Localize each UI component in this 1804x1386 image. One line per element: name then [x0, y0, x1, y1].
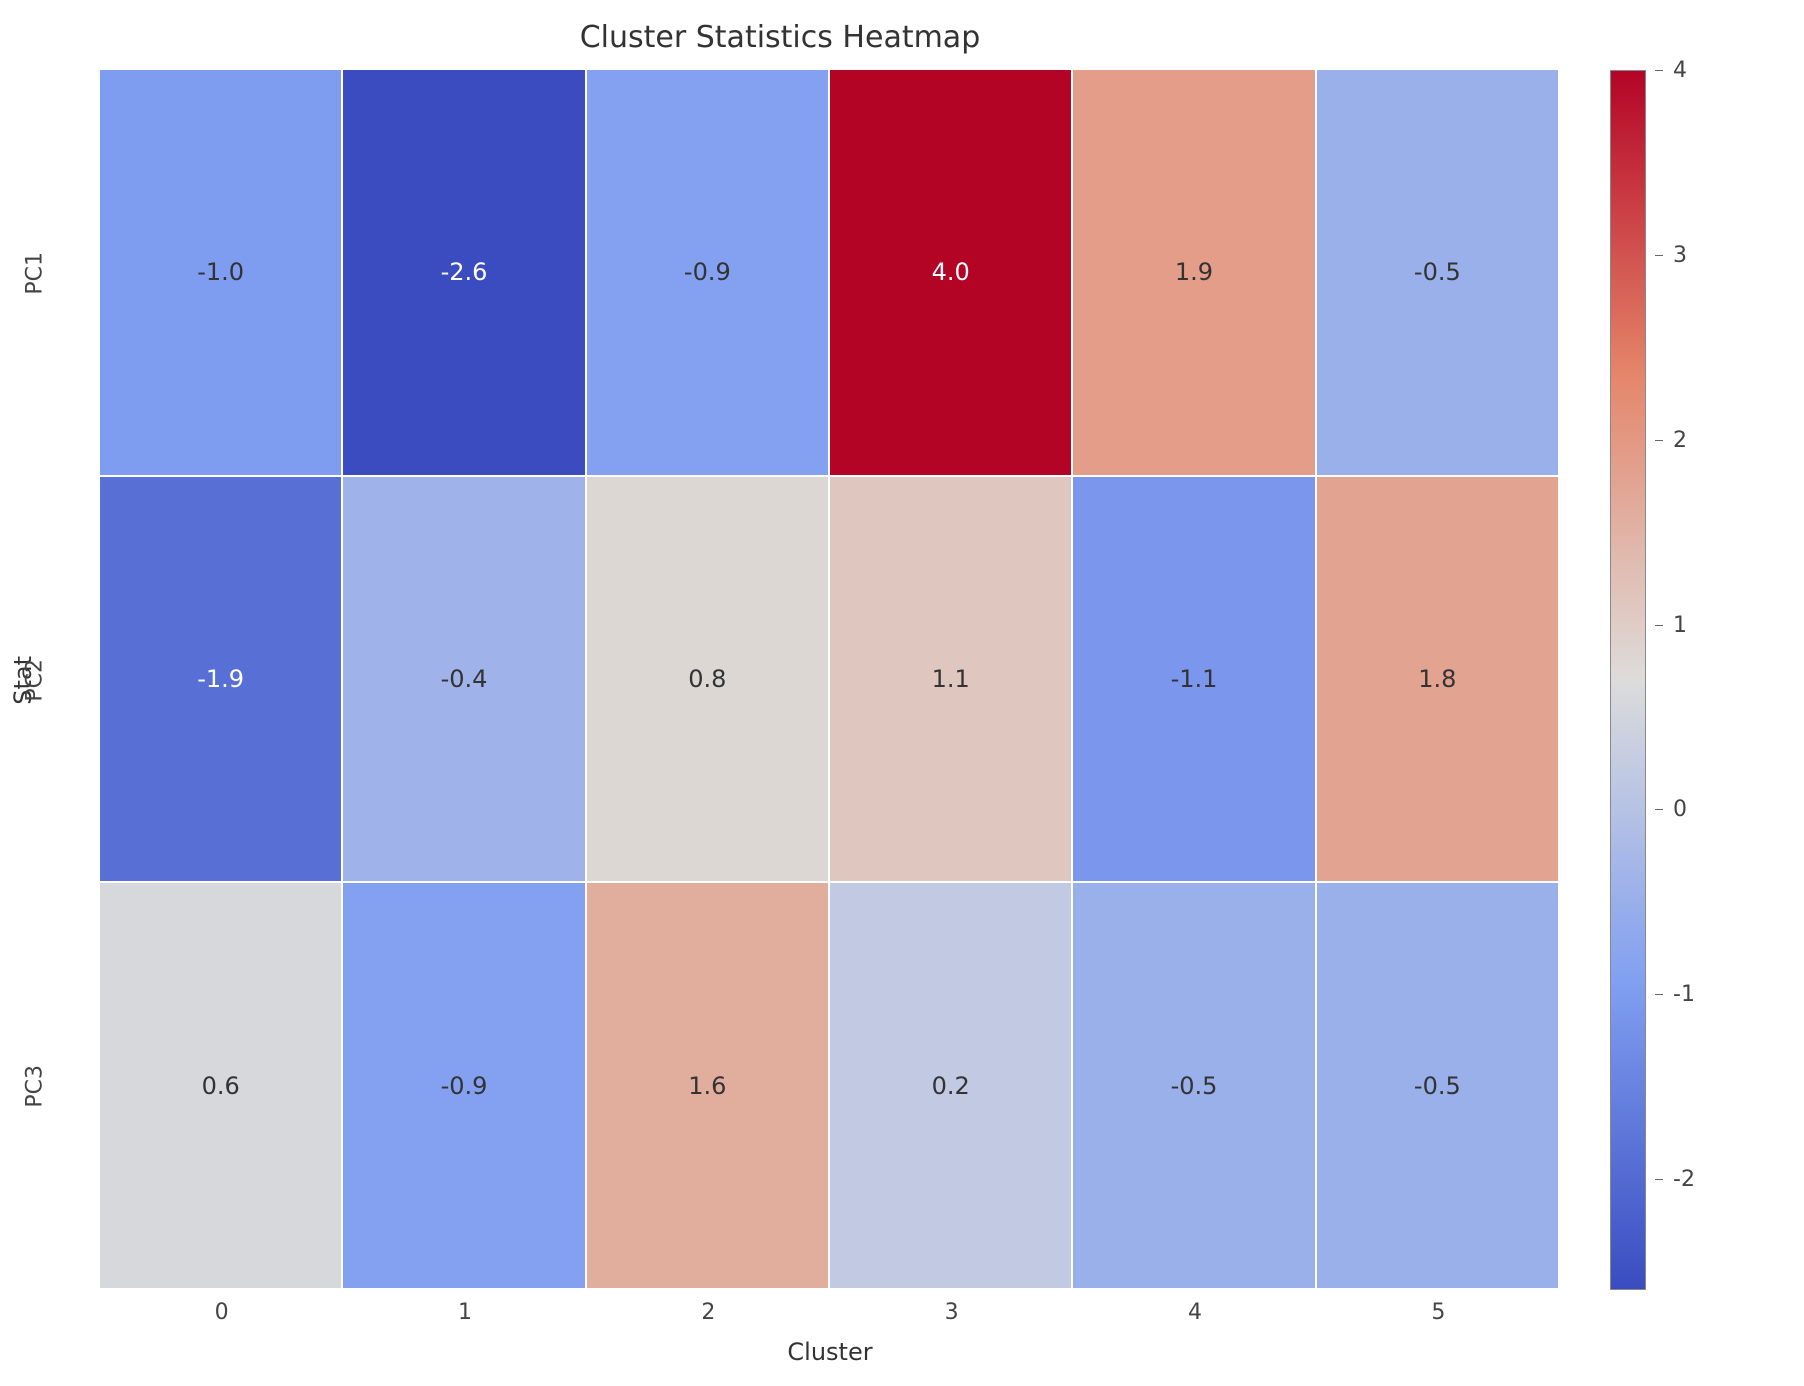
x-tick-label: 4 — [1073, 1300, 1316, 1330]
colorbar-tick: 2 — [1655, 428, 1687, 453]
y-tick-label: PC2 — [0, 477, 70, 884]
heatmap-cell: 0.6 — [100, 883, 343, 1290]
colorbar-tick: -2 — [1655, 1167, 1695, 1192]
colorbar — [1610, 70, 1646, 1290]
heatmap-cell: -1.0 — [100, 70, 343, 477]
heatmap-grid: -1.0-2.6-0.94.01.9-0.5-1.9-0.40.81.1-1.1… — [100, 70, 1560, 1290]
heatmap-cell: 1.1 — [830, 477, 1073, 884]
x-axis-title: Cluster — [100, 1338, 1560, 1366]
colorbar-tick-labels: -2-101234 — [1655, 70, 1775, 1290]
heatmap-cell: -0.4 — [343, 477, 586, 884]
chart-title: Cluster Statistics Heatmap — [0, 20, 1560, 55]
heatmap-cell: -1.1 — [1073, 477, 1316, 884]
x-tick-label: 3 — [830, 1300, 1073, 1330]
heatmap-cell: -0.9 — [587, 70, 830, 477]
heatmap-cell: -1.9 — [100, 477, 343, 884]
heatmap-cell: -0.5 — [1317, 70, 1560, 477]
heatmap-cell: 0.2 — [830, 883, 1073, 1290]
x-tick-label: 1 — [343, 1300, 586, 1330]
y-axis-tick-labels: PC1PC2PC3 — [0, 70, 70, 1290]
heatmap-plot-area: -1.0-2.6-0.94.01.9-0.5-1.9-0.40.81.1-1.1… — [100, 70, 1560, 1290]
colorbar-tick: 4 — [1655, 58, 1687, 83]
heatmap-cell: -0.5 — [1317, 883, 1560, 1290]
x-tick-label: 0 — [100, 1300, 343, 1330]
x-tick-label: 2 — [587, 1300, 830, 1330]
y-tick-label: PC3 — [0, 883, 70, 1290]
y-tick-label: PC1 — [0, 70, 70, 477]
colorbar-tick: 1 — [1655, 613, 1687, 638]
colorbar-tick: 3 — [1655, 243, 1687, 268]
colorbar-tick: -1 — [1655, 982, 1695, 1007]
heatmap-cell: 4.0 — [830, 70, 1073, 477]
heatmap-cell: 0.8 — [587, 477, 830, 884]
x-axis-tick-labels: 012345 — [100, 1300, 1560, 1330]
heatmap-cell: -0.5 — [1073, 883, 1316, 1290]
heatmap-cell: -2.6 — [343, 70, 586, 477]
heatmap-cell: -0.9 — [343, 883, 586, 1290]
colorbar-gradient — [1610, 70, 1646, 1290]
x-tick-label: 5 — [1317, 1300, 1560, 1330]
colorbar-tick: 0 — [1655, 797, 1687, 822]
heatmap-cell: 1.8 — [1317, 477, 1560, 884]
cluster-statistics-heatmap: Cluster Statistics Heatmap -1.0-2.6-0.94… — [0, 0, 1804, 1386]
heatmap-cell: 1.6 — [587, 883, 830, 1290]
heatmap-cell: 1.9 — [1073, 70, 1316, 477]
